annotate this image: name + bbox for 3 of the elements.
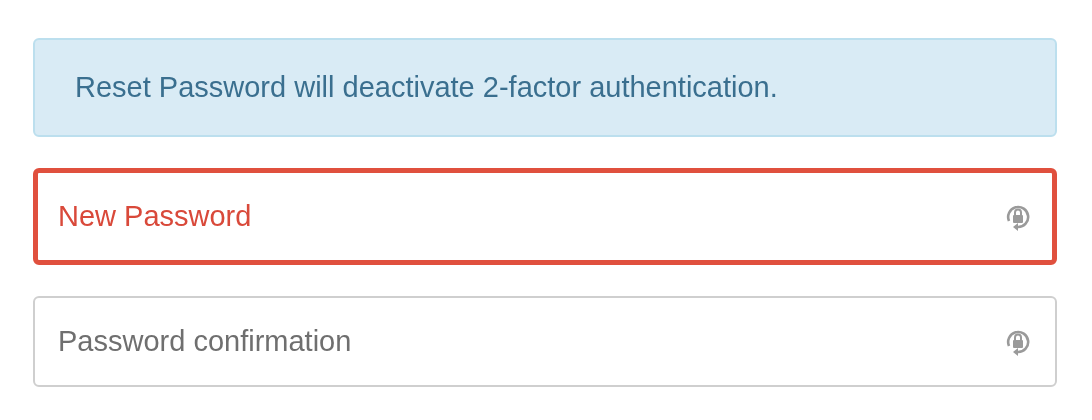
password-field[interactable]: Password confirmation — [33, 296, 1057, 387]
password-field[interactable]: New Password — [33, 168, 1057, 265]
info-alert: Reset Password will deactivate 2-factor authentication. — [33, 38, 1057, 137]
